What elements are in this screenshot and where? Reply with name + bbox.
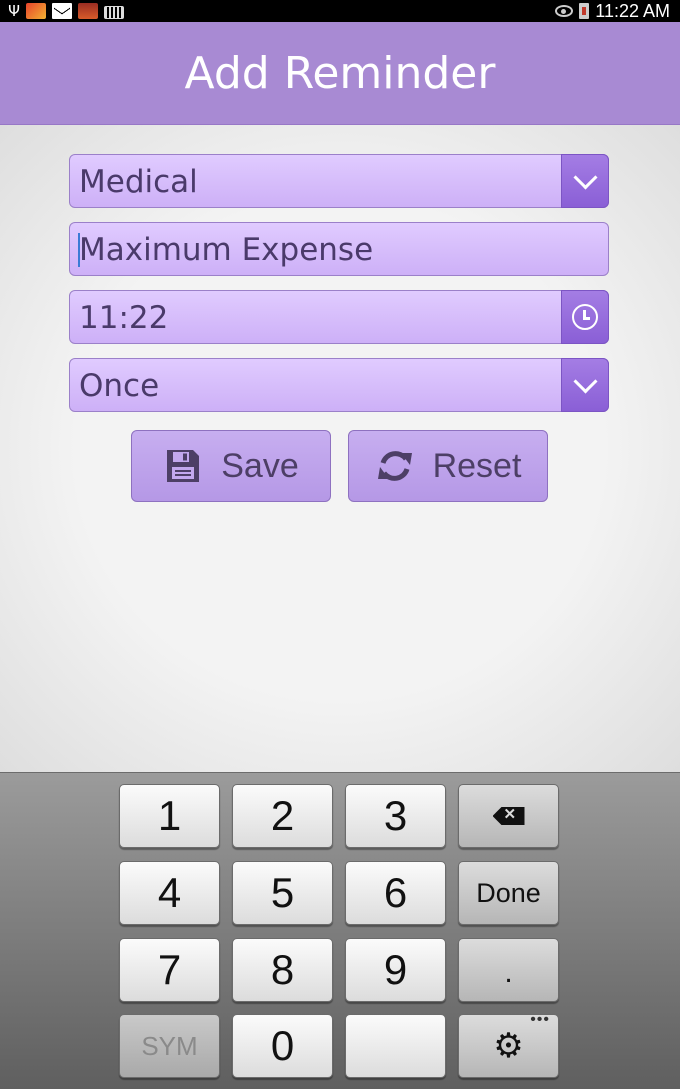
system-icons: 11:22 AM [555, 0, 670, 22]
done-key[interactable]: Done [458, 861, 559, 925]
status-bar: Ψ 11:22 AM [0, 0, 680, 22]
key-1[interactable]: 1 [119, 784, 220, 848]
key-6[interactable]: 6 [345, 861, 446, 925]
status-time: 11:22 AM [595, 1, 670, 21]
chevron-down-icon [572, 165, 598, 190]
category-dropdown-button[interactable] [561, 154, 609, 208]
notification-icons: Ψ [8, 0, 124, 22]
decimal-key[interactable]: . [458, 938, 559, 1002]
reset-label: Reset [432, 446, 522, 485]
refresh-icon [377, 451, 412, 481]
reminder-name-value: Maximum Expense [79, 232, 374, 268]
repeat-dropdown-button[interactable] [561, 358, 609, 412]
sym-key[interactable]: SYM [119, 1014, 220, 1078]
page-title: Add Reminder [184, 47, 496, 99]
repeat-value: Once [79, 368, 160, 404]
backspace-icon [492, 807, 525, 825]
clock-icon [572, 304, 598, 330]
app-notification-icon [78, 3, 98, 19]
floppy-disk-icon [167, 450, 200, 482]
category-value: Medical [79, 164, 198, 200]
reset-button[interactable]: Reset [348, 430, 548, 502]
eye-icon [555, 5, 574, 17]
chevron-down-icon [572, 369, 598, 394]
category-dropdown[interactable]: Medical [69, 154, 609, 208]
settings-key[interactable]: ••• ⚙ [458, 1011, 559, 1078]
reminder-name-input[interactable]: Maximum Expense [69, 222, 609, 276]
key-2[interactable]: 2 [232, 784, 333, 848]
keyboard-icon [104, 5, 124, 19]
key-9[interactable]: 9 [345, 938, 446, 1002]
key-3[interactable]: 3 [345, 784, 446, 848]
more-options-icon: ••• [530, 1011, 550, 1028]
backspace-key[interactable] [458, 784, 559, 848]
key-5[interactable]: 5 [232, 861, 333, 925]
gear-icon: ⚙ [493, 1027, 524, 1065]
form-area: Medical Maximum Expense 11:22 Once Save [0, 125, 680, 772]
app-notification-icon [26, 3, 46, 19]
repeat-dropdown[interactable]: Once [69, 358, 609, 412]
save-button[interactable]: Save [131, 430, 331, 502]
time-picker-button[interactable] [561, 290, 609, 344]
save-label: Save [221, 446, 299, 485]
app-header: Add Reminder [0, 22, 680, 125]
key-8[interactable]: 8 [232, 938, 333, 1002]
usb-icon: Ψ [8, 2, 20, 20]
numeric-keyboard: 1 2 3 4 5 6 Done 7 8 9 . SYM 0 ••• ⚙ [0, 772, 680, 1089]
key-7[interactable]: 7 [119, 938, 220, 1002]
time-value: 11:22 [79, 300, 169, 336]
space-key[interactable] [345, 1014, 446, 1078]
key-0[interactable]: 0 [232, 1014, 333, 1078]
time-field[interactable]: 11:22 [69, 290, 609, 344]
key-4[interactable]: 4 [119, 861, 220, 925]
battery-icon [579, 3, 590, 19]
gmail-icon [52, 3, 72, 19]
